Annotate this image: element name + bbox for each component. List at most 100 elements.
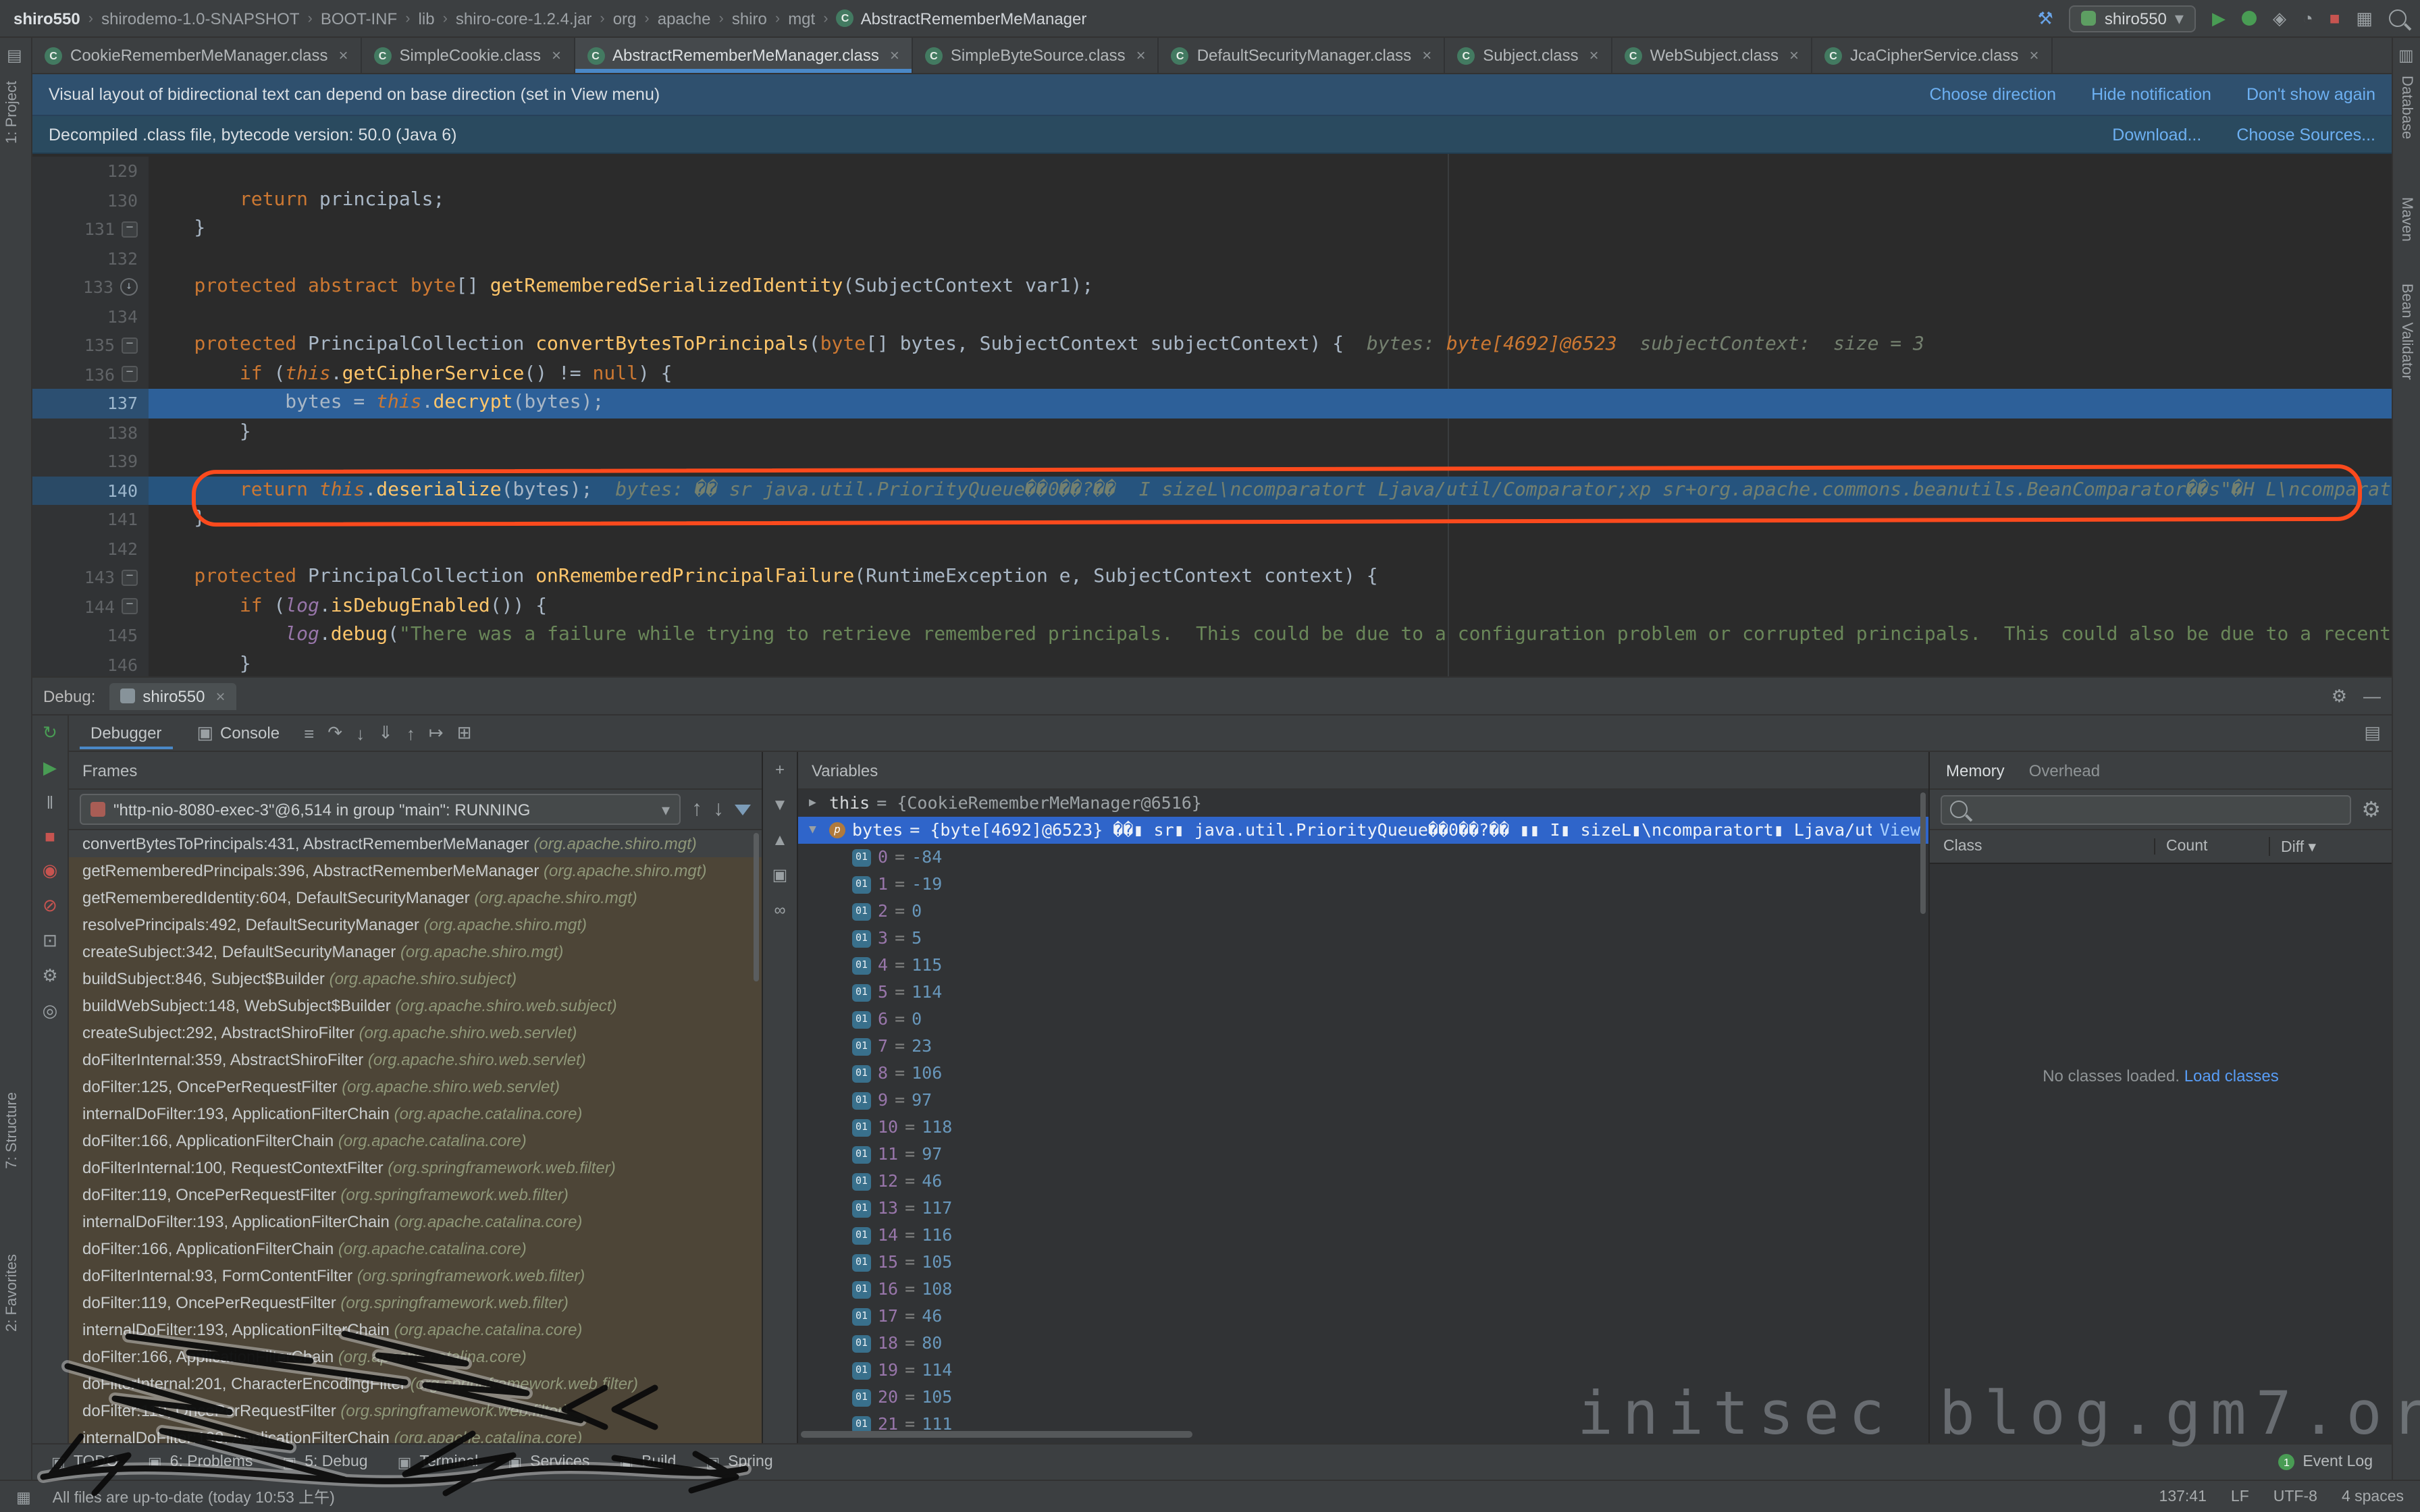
array-element-row[interactable]: 013=5 [798, 925, 1928, 952]
debug-button[interactable] [2242, 11, 2257, 26]
editor-line[interactable]: 144− if (log.isDebugEnabled()) { [32, 592, 2392, 621]
array-element-row[interactable]: 0112=46 [798, 1168, 1928, 1195]
fold-marker-icon[interactable]: − [122, 599, 138, 615]
array-element-row[interactable]: 018=106 [798, 1060, 1928, 1087]
wrench-icon[interactable]: ⚒ [2038, 9, 2053, 27]
breadcrumb-item[interactable]: org [613, 9, 637, 28]
view-breakpoints-icon[interactable]: ◉ [43, 860, 58, 882]
close-icon[interactable]: × [1422, 46, 1431, 65]
breadcrumb-item[interactable]: shiro [732, 9, 767, 28]
debugger-settings-icon[interactable]: ⚙ [42, 965, 57, 987]
close-icon[interactable]: × [215, 686, 225, 705]
layout-menu-icon[interactable]: ≡ [304, 723, 314, 743]
stack-frame-row[interactable]: internalDoFilter:193, ApplicationFilterC… [69, 1208, 762, 1235]
indent-widget[interactable]: 4 spaces [2342, 1488, 2404, 1505]
array-element-row[interactable]: 0111=97 [798, 1141, 1928, 1168]
array-element-row[interactable]: 0115=105 [798, 1249, 1928, 1276]
banner-link[interactable]: Hide notification [2091, 85, 2211, 104]
restore-layout-icon[interactable]: ▤ [2364, 722, 2381, 744]
breadcrumb-item[interactable]: shiro550 [14, 9, 80, 28]
array-element-row[interactable]: 017=23 [798, 1033, 1928, 1060]
sidebar-item-bean-validator[interactable]: Bean Validator [2398, 284, 2415, 380]
editor-line[interactable]: 129 [32, 157, 2392, 186]
prev-frame-icon[interactable]: ↑ [691, 797, 702, 821]
editor-line[interactable]: 146 } [32, 650, 2392, 676]
editor-line[interactable]: 135− protected PrincipalCollection conve… [32, 331, 2392, 360]
close-icon[interactable]: × [1789, 46, 1799, 65]
pause-icon[interactable]: ‖ [47, 792, 54, 813]
editor-tab[interactable]: CCookieRememberMeManager.class× [32, 38, 362, 73]
tab-console[interactable]: ▣Console [186, 717, 290, 749]
stack-frame-row[interactable]: doFilter:119, OncePerRequestFilter (org.… [69, 1289, 762, 1316]
chevron-right-icon[interactable]: ▶ [809, 790, 822, 817]
rerun-icon[interactable]: ↻ [43, 722, 57, 744]
breadcrumb-item[interactable]: CAbstractRememberMeManager [837, 9, 1087, 28]
editor-line[interactable]: 136− if (this.getCipherService() != null… [32, 360, 2392, 389]
tab-memory-memory[interactable]: Memory [1946, 761, 2005, 780]
show-watches-icon[interactable]: ∞ [774, 900, 785, 919]
array-element-row[interactable]: 0118=80 [798, 1330, 1928, 1357]
run-button[interactable]: ▶ [2212, 9, 2226, 27]
column-count[interactable]: Count [2154, 838, 2269, 855]
stack-frame-row[interactable]: buildWebSubject:148, WebSubject$Builder … [69, 992, 762, 1019]
array-element-row[interactable]: 016=0 [798, 1006, 1928, 1033]
editor-tab[interactable]: CWebSubject.class× [1612, 38, 1812, 73]
stack-frame-row[interactable]: doFilterInternal:201, CharacterEncodingF… [69, 1370, 762, 1397]
next-frame-icon[interactable]: ↓ [713, 797, 724, 821]
breadcrumb-item[interactable]: lib [419, 9, 435, 28]
stack-frame-row[interactable]: doFilter:166, ApplicationFilterChain (or… [69, 1127, 762, 1154]
array-element-row[interactable]: 012=0 [798, 898, 1928, 925]
force-step-into-icon[interactable]: ⇓ [378, 722, 393, 744]
close-icon[interactable]: × [1136, 46, 1146, 65]
array-element-row[interactable]: 0116=108 [798, 1276, 1928, 1303]
array-element-row[interactable]: 0122=114 [798, 1438, 1928, 1443]
memory-settings-gear-icon[interactable]: ⚙ [2361, 796, 2381, 823]
tool-window-button[interactable]: ▣Spring [706, 1453, 772, 1471]
view-value-link[interactable]: View [1872, 817, 1920, 844]
caret-position-widget[interactable]: 137:41 [2159, 1488, 2207, 1505]
tab-memory-overhead[interactable]: Overhead [2029, 761, 2100, 780]
sidebar-item-favorites[interactable]: 2: Favorites [4, 1253, 20, 1331]
stack-frame-row[interactable]: resolvePrincipals:492, DefaultSecurityMa… [69, 911, 762, 938]
stop-icon[interactable]: ■ [45, 826, 55, 846]
run-to-cursor-icon[interactable]: ↦ [429, 722, 444, 744]
sidebar-item-maven[interactable]: Maven [2398, 197, 2415, 242]
tool-window-button[interactable]: ▣TODO [51, 1453, 118, 1471]
add-watch-icon[interactable]: + [775, 760, 785, 779]
stack-frame-row[interactable]: createSubject:342, DefaultSecurityManage… [69, 938, 762, 965]
thread-dump-icon[interactable]: ⊡ [43, 930, 57, 952]
array-element-row[interactable]: 0113=117 [798, 1195, 1928, 1222]
array-element-row[interactable]: 0110=118 [798, 1114, 1928, 1141]
array-element-row[interactable]: 0120=105 [798, 1384, 1928, 1411]
load-classes-link[interactable]: Load classes [2184, 1066, 2279, 1085]
event-log-button[interactable]: 1Event Log [2278, 1454, 2373, 1470]
stack-frame-row[interactable]: convertBytesToPrincipals:431, AbstractRe… [69, 830, 762, 857]
editor-line[interactable]: 134 [32, 302, 2392, 331]
frames-scrollbar[interactable] [754, 833, 759, 981]
hide-frames-filter-icon[interactable] [735, 804, 751, 815]
step-over-icon[interactable]: ↷ [327, 722, 342, 744]
editor-line[interactable]: 131− } [32, 215, 2392, 244]
fold-marker-icon[interactable]: − [122, 570, 138, 586]
sidebar-item-database[interactable]: Database [2398, 76, 2415, 139]
array-element-row[interactable]: 0114=116 [798, 1222, 1928, 1249]
stack-frame-row[interactable]: doFilter:166, ApplicationFilterChain (or… [69, 1343, 762, 1370]
close-icon[interactable]: × [552, 46, 561, 65]
thread-combobox[interactable]: "http-nio-8080-exec-3"@6,514 in group "m… [80, 794, 681, 825]
stack-frame-row[interactable]: internalDoFilter:193, ApplicationFilterC… [69, 1100, 762, 1127]
coverage-button[interactable]: ◈ [2273, 9, 2286, 27]
tab-debugger[interactable]: Debugger [80, 718, 172, 748]
editor-tab[interactable]: CSimpleCookie.class× [362, 38, 575, 73]
variable-row-this[interactable]: ▶this = {CookieRememberMeManager@6516} [798, 790, 1928, 817]
banner-link[interactable]: Choose Sources... [2236, 125, 2375, 144]
editor-line[interactable]: 130 return principals; [32, 186, 2392, 215]
run-config-combo[interactable]: shiro550 ▾ [2070, 5, 2196, 32]
editor-line[interactable]: 138 } [32, 418, 2392, 447]
debug-settings-gear-icon[interactable]: ⚙ [2332, 685, 2347, 707]
editor-line[interactable]: 142 [32, 534, 2392, 563]
debug-session-tab[interactable]: shiro550 × [109, 682, 236, 709]
stack-frame-row[interactable]: getRememberedPrincipals:396, AbstractRem… [69, 857, 762, 884]
encoding-widget[interactable]: UTF-8 [2273, 1488, 2317, 1505]
stack-frame-row[interactable]: internalDoFilter:193, ApplicationFilterC… [69, 1424, 762, 1443]
variable-row-bytes[interactable]: ▼pbytes = {byte[4692]@6523} ��▮ sr▮ java… [798, 817, 1928, 844]
